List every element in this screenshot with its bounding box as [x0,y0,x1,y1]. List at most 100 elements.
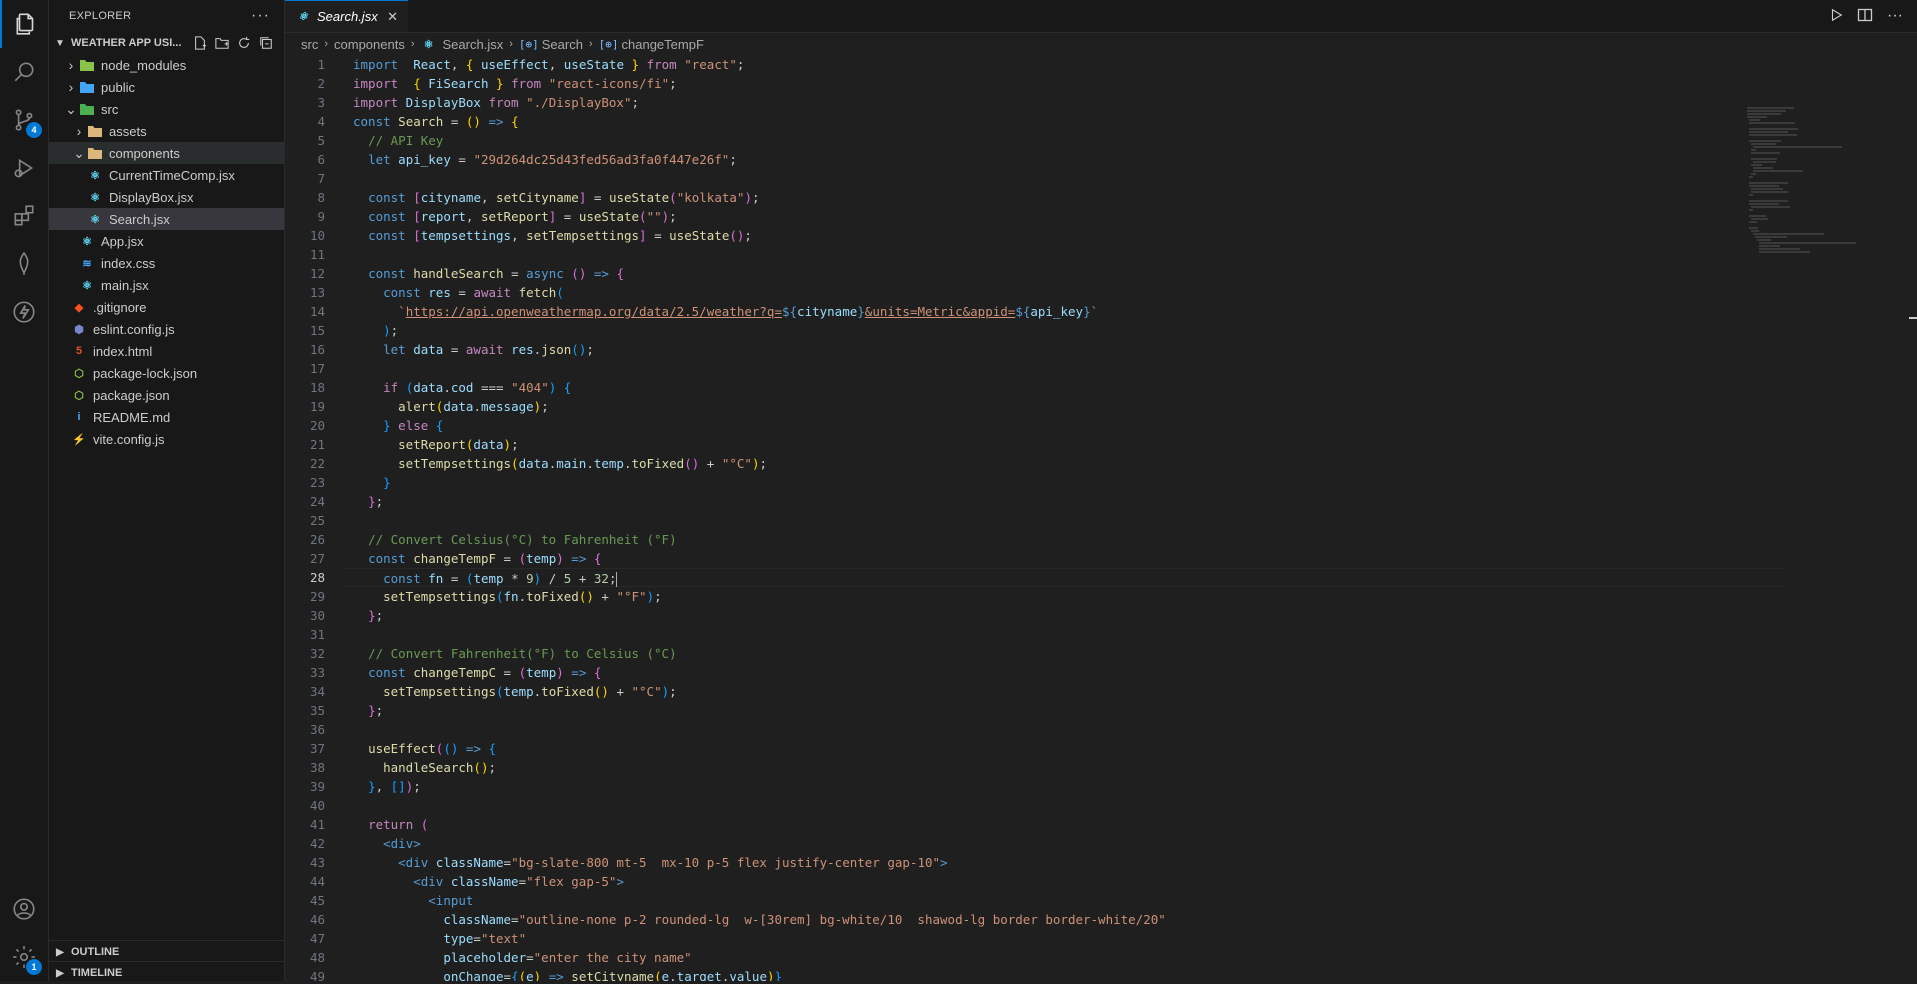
code-line[interactable]: }, []); [353,777,1917,796]
code-line[interactable]: `https://api.openweathermap.org/data/2.5… [353,302,1917,321]
tree-item-package-lock-json[interactable]: ⬡ package-lock.json [49,362,284,384]
code-line[interactable]: ); [353,321,1917,340]
extensions-icon[interactable] [0,192,48,240]
split-editor-icon[interactable] [1857,7,1873,26]
code-line[interactable]: // API Key [353,131,1917,150]
refresh-icon[interactable] [236,35,252,51]
code-line[interactable]: const [cityname, setCityname] = useState… [353,188,1917,207]
tree-item-app-jsx[interactable]: ⚛ App.jsx [49,230,284,252]
breadcrumb-file[interactable]: Search.jsx [443,37,504,52]
close-icon[interactable]: ✕ [387,9,398,25]
code-line[interactable]: const [report, setReport] = useState("")… [353,207,1917,226]
code-line[interactable]: const changeTempC = (temp) => { [353,663,1917,682]
workspace-folder[interactable]: ▼ WEATHER APP USI... [49,32,284,54]
code-line[interactable] [353,796,1917,815]
tree-item-readme-md[interactable]: i README.md [49,406,284,428]
minimap[interactable] [1747,107,1857,257]
breadcrumb-symbol-search[interactable]: Search [542,37,583,52]
tree-item-index-html[interactable]: 5 index.html [49,340,284,362]
code-line[interactable]: } else { [353,416,1917,435]
tree-item-label: DisplayBox.jsx [109,189,194,205]
code-line[interactable]: // Convert Celsius(°C) to Fahrenheit (°F… [353,530,1917,549]
breadcrumb-symbol-changetempf[interactable]: changeTempF [622,37,704,52]
code-line[interactable]: alert(data.message); [353,397,1917,416]
breadcrumb-src[interactable]: src [301,37,318,52]
code-line[interactable]: type="text" [353,929,1917,948]
code-lines[interactable]: import React, { useEffect, useState } fr… [343,55,1917,981]
new-file-icon[interactable] [192,35,208,51]
code-line[interactable]: onChange={(e) => setCityname(e.target.va… [353,967,1917,981]
manage-gear-icon[interactable]: 1 [0,933,48,981]
new-folder-icon[interactable] [214,35,230,51]
mongodb-icon[interactable] [0,240,48,288]
tree-item-label: .gitignore [93,299,147,315]
search-icon[interactable] [0,48,48,96]
code-line[interactable] [353,359,1917,378]
code-line[interactable] [353,169,1917,188]
code-line[interactable]: import React, { useEffect, useState } fr… [353,55,1917,74]
code-line[interactable]: const changeTempF = (temp) => { [353,549,1917,568]
code-line[interactable]: let data = await res.json(); [353,340,1917,359]
tree-item--gitignore[interactable]: ◆ .gitignore [49,296,284,318]
run-icon[interactable] [1829,8,1843,25]
code-line[interactable]: placeholder="enter the city name" [353,948,1917,967]
tree-item-components[interactable]: ⌄ components [49,142,284,164]
tree-item-src[interactable]: ⌄ src [49,98,284,120]
code-line[interactable]: const fn = (temp * 9) / 5 + 32; [343,568,1783,587]
code-line[interactable]: return ( [353,815,1917,834]
tree-item-vite-config-js[interactable]: ⚡ vite.config.js [49,428,284,450]
tree-item-main-jsx[interactable]: ⚛ main.jsx [49,274,284,296]
code-line[interactable]: }; [353,492,1917,511]
tree-item-currenttimecomp-jsx[interactable]: ⚛ CurrentTimeComp.jsx [49,164,284,186]
code-line[interactable]: import DisplayBox from "./DisplayBox"; [353,93,1917,112]
source-control-icon[interactable]: 4 [0,96,48,144]
code-line[interactable]: <div> [353,834,1917,853]
more-actions-icon[interactable]: ··· [1887,7,1903,25]
code-line[interactable]: useEffect(() => { [353,739,1917,758]
tree-item-node-modules[interactable]: › node_modules [49,54,284,76]
tab-search-jsx[interactable]: ⚛ Search.jsx ✕ [285,0,408,32]
tree-item-index-css[interactable]: ≋ index.css [49,252,284,274]
code-line[interactable]: const [tempsettings, setTempsettings] = … [353,226,1917,245]
code-line[interactable]: <div className="bg-slate-800 mt-5 mx-10 … [353,853,1917,872]
tree-item-package-json[interactable]: ⬡ package.json [49,384,284,406]
code-line[interactable]: }; [353,701,1917,720]
outline-section[interactable]: ▶ OUTLINE [49,940,284,963]
code-line[interactable]: }; [353,606,1917,625]
code-editor[interactable]: 1 2 3 4 5 6 7 8 9 10 11 12 13 14 15 16 17 18 19 20 21 22 23 24 2… [285,55,1917,981]
tree-item-eslint-config-js[interactable]: ⬢ eslint.config.js [49,318,284,340]
run-debug-icon[interactable] [0,144,48,192]
code-line[interactable]: if (data.cod === "404") { [353,378,1917,397]
code-line[interactable]: setTempsettings(data.main.temp.toFixed()… [353,454,1917,473]
code-line[interactable]: const Search = () => { [353,112,1917,131]
code-line[interactable] [353,245,1917,264]
code-line[interactable]: setTempsettings(temp.toFixed() + "°C"); [353,682,1917,701]
accounts-icon[interactable] [0,885,48,933]
tree-item-search-jsx[interactable]: ⚛ Search.jsx [49,208,284,230]
explorer-icon[interactable] [0,0,50,48]
more-actions-icon[interactable]: ··· [251,7,270,25]
code-line[interactable] [353,720,1917,739]
tree-item-public[interactable]: › public [49,76,284,98]
breadcrumb-components[interactable]: components [334,37,405,52]
code-line[interactable]: <div className="flex gap-5"> [353,872,1917,891]
line-number: 28 [309,570,325,585]
code-line[interactable] [353,625,1917,644]
code-line[interactable]: const handleSearch = async () => { [353,264,1917,283]
code-line[interactable]: // Convert Fahrenheit(°F) to Celsius (°C… [353,644,1917,663]
code-line[interactable]: setReport(data); [353,435,1917,454]
code-line[interactable]: } [353,473,1917,492]
code-line[interactable] [353,511,1917,530]
tree-item-assets[interactable]: › assets [49,120,284,142]
code-line[interactable]: let api_key = "29d264dc25d43fed56ad3fa0f… [353,150,1917,169]
code-line[interactable]: className="outline-none p-2 rounded-lg w… [353,910,1917,929]
code-line[interactable]: import { FiSearch } from "react-icons/fi… [353,74,1917,93]
code-line[interactable]: setTempsettings(fn.toFixed() + "°F"); [353,587,1917,606]
text-cursor [616,572,618,587]
code-line[interactable]: const res = await fetch( [353,283,1917,302]
code-line[interactable]: handleSearch(); [353,758,1917,777]
thunder-client-icon[interactable] [0,288,48,336]
tree-item-displaybox-jsx[interactable]: ⚛ DisplayBox.jsx [49,186,284,208]
code-line[interactable]: <input [353,891,1917,910]
collapse-all-icon[interactable] [258,35,274,51]
